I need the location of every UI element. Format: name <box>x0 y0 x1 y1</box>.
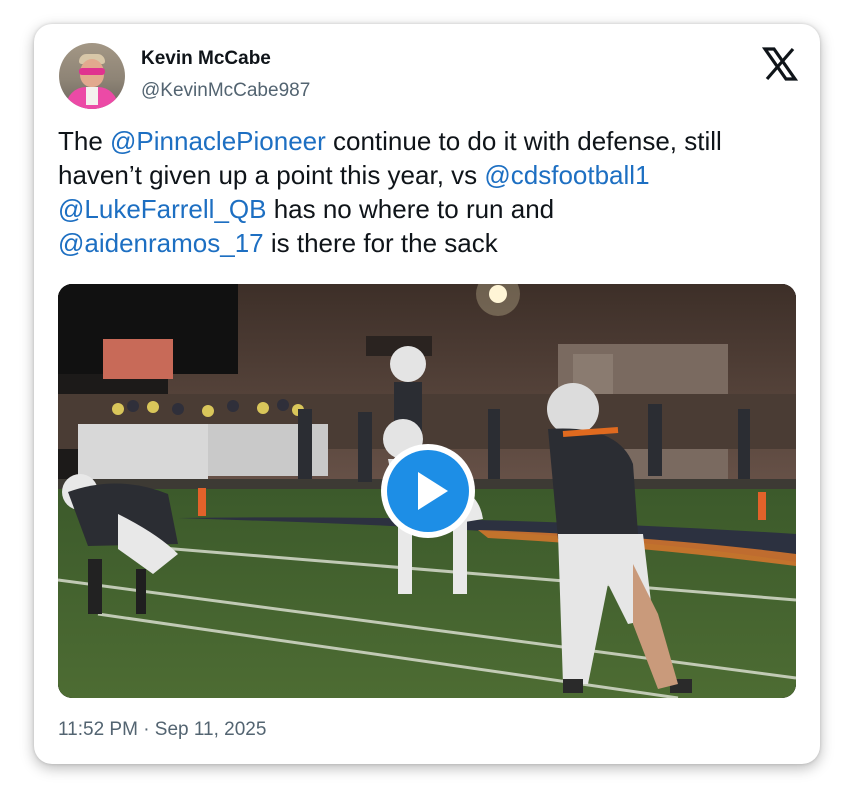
mention-link[interactable]: @LukeFarrell_QB <box>58 194 266 224</box>
author-handle[interactable]: @KevinMcCabe987 <box>141 80 310 102</box>
tweet-text-segment: is there for the sack <box>263 228 498 258</box>
video-thumbnail[interactable] <box>58 284 796 698</box>
mention-link[interactable]: @aidenramos_17 <box>58 228 264 258</box>
x-logo-icon[interactable] <box>761 46 799 82</box>
tweet-text-segment: has no where to run and <box>266 194 555 224</box>
author-name[interactable]: Kevin McCabe <box>141 48 271 70</box>
avatar[interactable] <box>59 43 125 109</box>
mention-link[interactable]: @PinnaclePioneer <box>110 126 326 156</box>
tweet-text: The @PinnaclePioneer continue to do it w… <box>58 124 808 260</box>
play-button[interactable] <box>381 444 475 538</box>
play-icon <box>387 450 469 532</box>
tweet-text-segment: The <box>58 126 111 156</box>
tweet-card: Kevin McCabe @KevinMcCabe987 The @Pinnac… <box>34 24 820 764</box>
mention-link[interactable]: @cdsfootball1 <box>484 160 649 190</box>
tweet-timestamp[interactable]: 11:52 PM · Sep 11, 2025 <box>58 719 266 741</box>
